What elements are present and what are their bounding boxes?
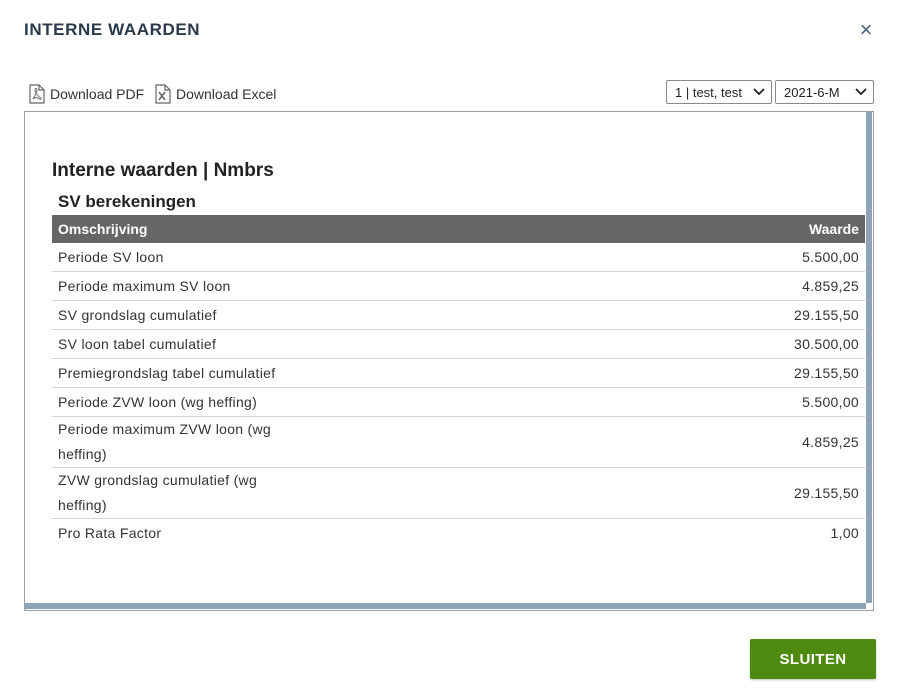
report-frame[interactable]: Interne waarden | Nmbrs SV berekeningen …	[24, 111, 874, 611]
row-description: Periode SV loon	[52, 243, 294, 272]
horizontal-scrollbar[interactable]	[25, 603, 866, 609]
close-dialog-button[interactable]: SLUITEN	[750, 639, 876, 679]
row-description: Periode maximum ZVW loon (wg heffing)	[52, 416, 294, 468]
period-select[interactable]: 2021-6-M	[775, 80, 874, 104]
table-row: Periode SV loon 5.500,00	[52, 243, 865, 272]
column-header-value: Waarde	[294, 215, 865, 243]
pdf-file-icon	[29, 84, 45, 104]
table-row: Premiegrondslag tabel cumulatief 29.155,…	[52, 358, 865, 388]
row-value: 5.500,00	[294, 243, 865, 272]
close-icon[interactable]: ×	[855, 19, 877, 41]
download-pdf-label: Download PDF	[50, 86, 145, 102]
dialog-title: INTERNE WAARDEN	[24, 20, 201, 39]
row-value: 1,00	[830, 524, 859, 541]
row-value: 30.500,00	[294, 329, 865, 359]
table-header-row: Omschrijving Waarde	[52, 215, 865, 243]
table-row: Periode maximum SV loon 4.859,25	[52, 271, 865, 301]
chevron-down-icon	[855, 88, 867, 96]
table-row: SV loon tabel cumulatief 30.500,00	[52, 329, 865, 359]
row-value: 29.155,50	[294, 467, 865, 519]
row-description: SV loon tabel cumulatief	[52, 329, 294, 359]
column-header-description: Omschrijving	[52, 215, 294, 243]
row-description: Pro Rata Factor	[58, 524, 162, 541]
report-title: Interne waarden | Nmbrs	[52, 160, 274, 181]
table-row: ZVW grondslag cumulatief (wg heffing) 29…	[52, 467, 865, 519]
row-description: Periode ZVW loon (wg heffing)	[52, 387, 294, 417]
row-description: SV grondslag cumulatief	[52, 300, 294, 330]
row-value: 29.155,50	[294, 300, 865, 330]
section-title: SV berekeningen	[58, 192, 196, 211]
row-value: 4.859,25	[294, 271, 865, 301]
row-value: 5.500,00	[294, 387, 865, 417]
table-row: Periode ZVW loon (wg heffing) 5.500,00	[52, 387, 865, 417]
excel-file-icon	[155, 84, 171, 104]
download-excel-button[interactable]: Download Excel	[154, 82, 276, 106]
download-excel-label: Download Excel	[176, 86, 277, 102]
row-value: 4.859,25	[294, 416, 865, 468]
values-table: Omschrijving Waarde Periode SV loon 5.50…	[52, 215, 865, 547]
row-description: Periode maximum SV loon	[52, 271, 294, 301]
table-row: SV grondslag cumulatief 29.155,50	[52, 300, 865, 330]
row-description: Premiegrondslag tabel cumulatief	[52, 358, 294, 388]
employee-select[interactable]: 1 | test, test	[666, 80, 772, 104]
table-row: Periode maximum ZVW loon (wg heffing) 4.…	[52, 416, 865, 468]
period-select-value: 2021-6-M	[784, 84, 840, 100]
download-pdf-button[interactable]: Download PDF	[28, 82, 144, 106]
chevron-down-icon	[753, 88, 765, 96]
employee-select-value: 1 | test, test	[675, 84, 742, 100]
row-description: ZVW grondslag cumulatief (wg heffing)	[52, 467, 294, 519]
vertical-scrollbar[interactable]	[866, 112, 872, 603]
table-row: Pro Rata Factor 1,00	[52, 519, 865, 548]
row-value: 29.155,50	[294, 358, 865, 388]
